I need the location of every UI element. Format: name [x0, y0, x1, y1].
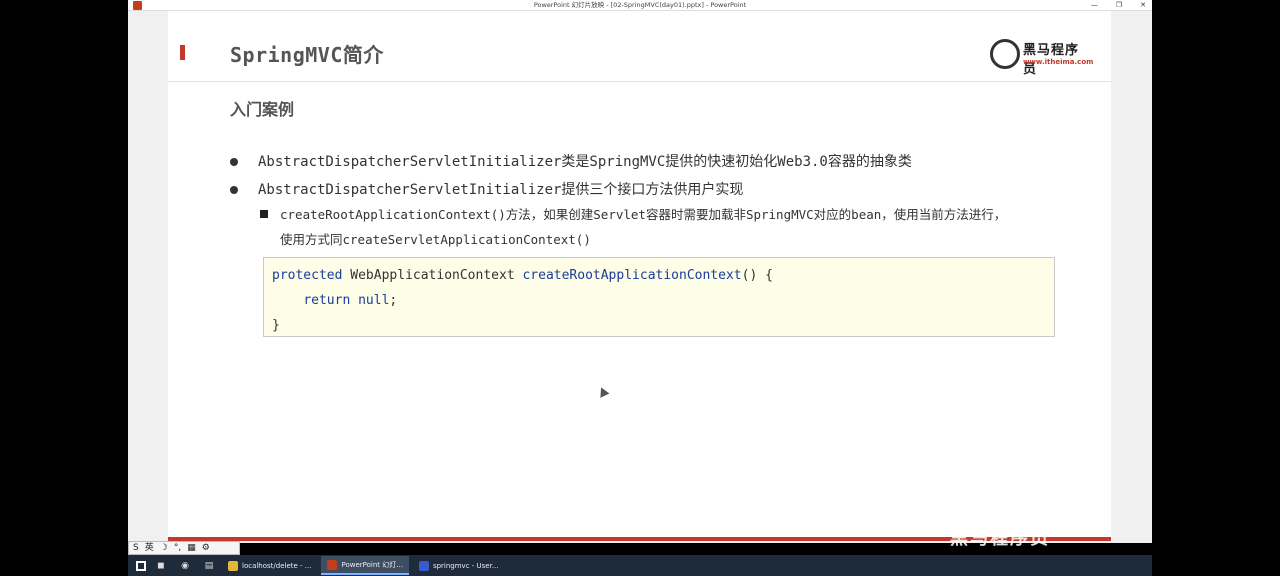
code-type: WebApplicationContext	[342, 268, 523, 283]
bullet-text: AbstractDispatcherServletInitializer类是Sp…	[258, 154, 912, 170]
bullet-dot-icon	[230, 186, 238, 194]
code-semicolon: ;	[389, 293, 398, 308]
code-close-brace: }	[272, 318, 280, 333]
start-button-icon[interactable]	[136, 560, 146, 571]
title-divider	[168, 81, 1111, 82]
ime-keyboard-icon[interactable]: ▦	[187, 542, 196, 554]
sub-bullet-line-1: createRootApplicationContext()方法，如果创建Ser…	[280, 207, 1007, 222]
task-label: springmvc - User...	[432, 561, 499, 570]
title-accent-bar	[180, 45, 185, 60]
slide-subtitle: 入门案例	[230, 100, 295, 119]
code-method-name: createRootApplicationContext	[522, 268, 742, 283]
code-block: protected WebApplicationContext createRo…	[263, 257, 1055, 337]
code-line-2: return null;	[272, 292, 397, 310]
restore-button[interactable]: ❐	[1116, 0, 1122, 11]
window-title: PowerPoint 幻灯片放映 - [02-SpringMVC(day01).…	[533, 1, 747, 9]
intellij-task-icon	[418, 560, 429, 571]
logo-url: www.itheima.com	[1023, 58, 1094, 66]
taskbar: ◼ ◉ ▤ localhost/delete - ... PowerPoint …	[128, 555, 1152, 576]
slide[interactable]: SpringMVC简介 黑马程序员 www.itheima.com 入门案例 A…	[168, 11, 1111, 540]
code-line-1: protected WebApplicationContext createRo…	[272, 267, 773, 285]
window-title-bar: PowerPoint 幻灯片放映 - [02-SpringMVC(day01).…	[128, 0, 1152, 11]
close-button[interactable]: ✕	[1140, 0, 1146, 11]
taskbar-task-chrome[interactable]: localhost/delete - ...	[222, 556, 317, 575]
bullet-item: AbstractDispatcherServletInitializer提供三个…	[230, 179, 990, 199]
bullet-item: AbstractDispatcherServletInitializer类是Sp…	[230, 151, 990, 171]
code-keyword: return	[303, 293, 351, 308]
taskbar-task-intellij[interactable]: springmvc - User...	[413, 556, 505, 575]
slide-title: SpringMVC简介	[230, 43, 384, 67]
watermark: 黑马程序员	[950, 528, 1050, 549]
bullet-dot-icon	[230, 158, 238, 166]
taskbar-task-powerpoint[interactable]: PowerPoint 幻灯...	[321, 556, 409, 575]
itheima-logo: 黑马程序员 www.itheima.com	[990, 35, 1094, 77]
square-bullet-icon	[260, 210, 268, 218]
app-icon-1[interactable]: ◼	[152, 559, 170, 573]
task-label: localhost/delete - ...	[242, 561, 312, 570]
task-label: PowerPoint 幻灯...	[341, 560, 403, 569]
powerpoint-task-icon	[327, 559, 338, 570]
code-signature-tail: () {	[741, 268, 773, 283]
file-explorer-icon[interactable]: ▤	[200, 559, 218, 573]
ime-toolbar[interactable]: S 英 ☽ °, ▦ ⚙	[128, 541, 240, 555]
ime-logo-icon[interactable]: S	[133, 542, 139, 554]
code-line-3: }	[272, 317, 280, 335]
sub-bullet-line-2: 使用方式同createServletApplicationContext()	[280, 232, 591, 247]
bullet-text: AbstractDispatcherServletInitializer提供三个…	[258, 182, 744, 198]
ime-punctuation-icon[interactable]: °,	[174, 542, 181, 554]
minimize-button[interactable]: —	[1091, 0, 1098, 11]
chrome-icon[interactable]: ◉	[176, 559, 194, 573]
code-keyword: null	[350, 293, 390, 308]
logo-icon	[990, 39, 1020, 69]
code-keyword: protected	[272, 268, 343, 283]
mouse-pointer-icon	[596, 385, 610, 398]
chrome-task-icon	[228, 560, 238, 571]
ime-moon-icon[interactable]: ☽	[160, 542, 168, 554]
ime-language-toggle[interactable]: 英	[145, 542, 154, 554]
ime-settings-icon[interactable]: ⚙	[202, 542, 210, 554]
